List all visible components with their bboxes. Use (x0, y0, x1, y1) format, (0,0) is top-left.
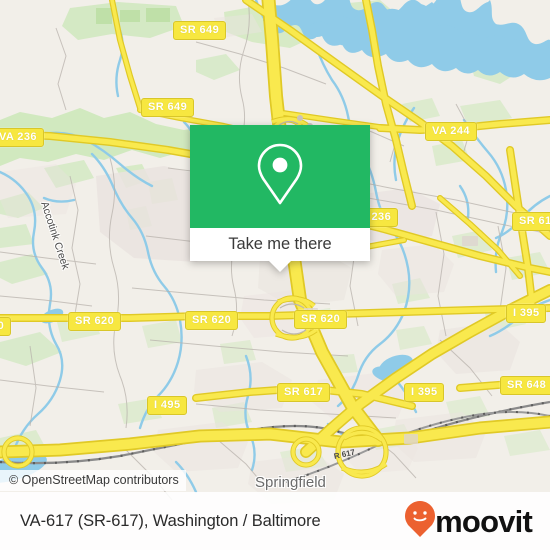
map-screenshot-root: SR 649 SR 649 VA 236 VA 244 SR 613 SR 23… (0, 0, 550, 550)
map-canvas[interactable] (0, 0, 550, 550)
osm-attribution[interactable]: © OpenStreetMap contributors (0, 470, 186, 491)
route-shield[interactable]: SR 620 (68, 312, 122, 331)
route-shield[interactable]: SR 649 (173, 21, 227, 40)
location-title: VA-617 (SR-617), Washington / Baltimore (20, 511, 321, 530)
route-shield[interactable]: I 395 (506, 304, 547, 323)
route-shield[interactable]: SR 620 (185, 311, 239, 330)
take-me-there-label: Take me there (228, 235, 332, 253)
route-shield[interactable]: VA 236 (0, 128, 44, 147)
moovit-smiley-pin-icon (405, 500, 436, 542)
moovit-wordmark: moovit (435, 503, 533, 539)
map-pin-icon (254, 142, 306, 211)
route-shield[interactable]: VA 244 (425, 122, 477, 141)
bottom-info-bar: VA-617 (SR-617), Washington / Baltimore … (0, 492, 550, 550)
route-shield[interactable]: SR 613 (512, 212, 550, 231)
route-shield[interactable]: I 395 (404, 383, 445, 402)
route-shield[interactable]: I 495 (147, 396, 188, 415)
route-shield[interactable]: SR 648 (500, 376, 550, 395)
callout-icon-panel (190, 125, 370, 228)
callout-tail (269, 261, 291, 272)
route-shield[interactable]: SR 617 (277, 383, 331, 402)
destination-callout-card[interactable]: Take me there (190, 125, 370, 272)
callout-action-panel[interactable]: Take me there (190, 228, 370, 272)
place-label-springfield: Springfield (255, 474, 326, 491)
route-shield[interactable]: SR 620 (294, 310, 348, 329)
route-shield[interactable]: SR 620 (0, 317, 12, 336)
moovit-brand[interactable]: moovit (405, 500, 533, 542)
route-shield[interactable]: SR 649 (141, 98, 195, 117)
